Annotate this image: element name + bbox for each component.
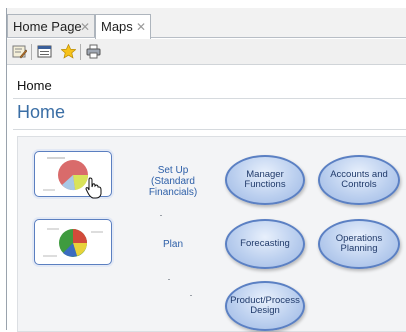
divider [13, 129, 406, 130]
connector-dot [160, 215, 162, 216]
map-node-accounts-and-controls[interactable]: Accounts and Controls [318, 155, 400, 205]
pie-chart-icon [43, 228, 103, 257]
map-node-product-process-design[interactable]: Product/Process Design [225, 281, 305, 331]
toolbar [7, 39, 406, 65]
tab-home-page[interactable]: Home Page ✕ [7, 14, 95, 38]
maps-window: Home Page ✕ Maps ✕ Home Home Set Up (Sta… [6, 8, 406, 332]
connector-dot [190, 295, 192, 296]
tab-label: Maps [101, 19, 133, 34]
hand-cursor-icon [85, 177, 102, 199]
breadcrumb: Home [17, 78, 52, 93]
print-icon[interactable] [86, 44, 101, 59]
close-icon[interactable]: ✕ [136, 15, 146, 39]
toolbar-separator [31, 44, 32, 60]
tab-bar: Home Page ✕ Maps ✕ [7, 8, 406, 39]
toolbar-separator [80, 44, 81, 60]
map-node-manager-functions[interactable]: Manager Functions [225, 155, 305, 205]
navigation-map: Set Up (Standard Financials) Manager Fun… [17, 136, 406, 332]
favorite-star-icon[interactable] [61, 44, 76, 59]
map-node-forecasting[interactable]: Forecasting [225, 219, 305, 269]
tab-label: Home Page [13, 19, 82, 34]
map-node-operations-planning[interactable]: Operations Planning [318, 219, 400, 269]
edit-icon[interactable] [12, 44, 27, 59]
map-link-setup[interactable]: Set Up (Standard Financials) [138, 165, 208, 198]
divider [13, 98, 406, 99]
page-title: Home [17, 102, 66, 122]
connector-dot [168, 279, 170, 280]
layout-icon[interactable] [37, 44, 52, 59]
map-link-plan[interactable]: Plan [138, 239, 208, 250]
map-thumbnail-plan[interactable] [34, 219, 112, 265]
close-icon[interactable]: ✕ [80, 15, 90, 39]
tab-maps[interactable]: Maps ✕ [95, 14, 151, 39]
